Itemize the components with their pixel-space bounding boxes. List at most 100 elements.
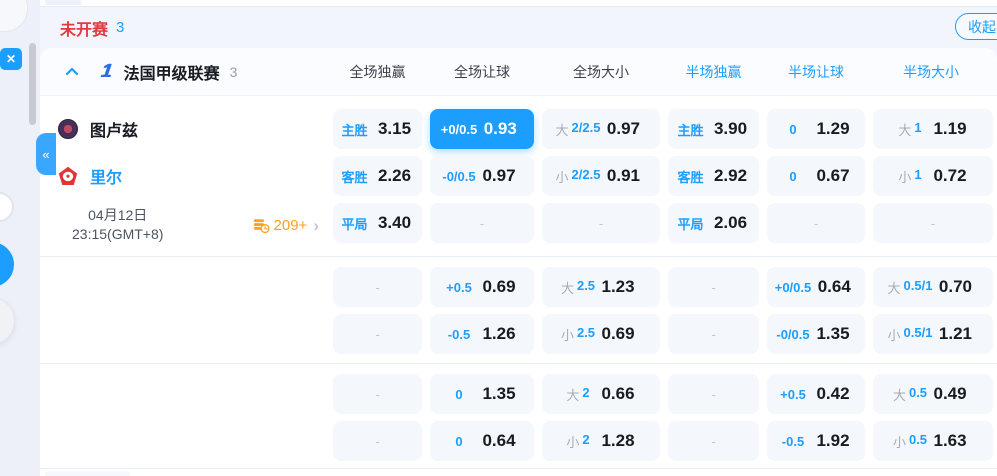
status-title: 未开赛 (60, 21, 109, 39)
odds-label: 主胜 (341, 122, 368, 138)
main-panel: 未开赛 3 收起 1 法国甲级联赛 3 全场独赢 全场让球 全场大小 半场独赢 (40, 0, 997, 476)
odds-cell-hthandicap[interactable]: +0/0.5 0.64 (767, 267, 865, 307)
collapse-button[interactable]: 收起 (955, 13, 997, 40)
odds-cell-htou-over[interactable]: 大 0.5 0.49 (873, 374, 993, 414)
odds-value: 3.40 (377, 213, 412, 232)
odds-label: 客胜 (677, 169, 704, 185)
ou-side: 大 (566, 387, 580, 403)
odds-cell-ftou-under[interactable]: 小 2.5 0.69 (542, 314, 660, 354)
league-logo-icon: 1 (99, 60, 114, 82)
dash: - (375, 386, 380, 402)
sidebar-collapse-tab[interactable]: « (36, 133, 56, 175)
odds-cell-fthandicap-home-selected[interactable]: +0/0.5 0.93 (430, 109, 534, 149)
odds-cell-ftou-under[interactable]: 小2 1.28 (542, 421, 660, 461)
ou-line: 0.5 (908, 384, 928, 400)
odds-value: 0.69 (482, 277, 516, 296)
odds-label: 0 (789, 121, 797, 137)
odds-cell-empty: - (333, 421, 422, 461)
odds-cell-htou-over[interactable]: 大 0.5/1 0.70 (873, 267, 993, 307)
odds-cell-ht1x2-away[interactable]: 客胜 2.92 (668, 156, 759, 196)
league-count: 3 (229, 63, 238, 80)
odds-cell-htou-under[interactable]: 小 0.5/1 1.21 (873, 314, 993, 354)
odds-cell-ftou-over[interactable]: 大 2/2.5 0.97 (542, 109, 660, 149)
odds-value: 3.90 (713, 119, 748, 138)
home-team-name: 图卢兹 (90, 123, 139, 140)
odds-cell-ht1x2-home[interactable]: 主胜 3.90 (668, 109, 759, 149)
match-date: 04月12日 (88, 207, 148, 224)
odds-value: 2.92 (713, 166, 748, 185)
odds-cell-empty: - (668, 267, 759, 307)
odds-cell-htou-under[interactable]: 小 0.5 1.63 (873, 421, 993, 461)
chevron-right-icon: › (313, 215, 319, 235)
odds-cell-htou-over[interactable]: 大1 1.19 (873, 109, 993, 149)
floating-ring-button[interactable] (0, 192, 14, 222)
dash: - (930, 215, 936, 231)
odds-cell-hthandicap-home[interactable]: 0 1.29 (767, 109, 865, 149)
dash: - (479, 215, 485, 231)
odds-label: -0/0.5 (776, 326, 810, 342)
odds-cell-fthandicap[interactable]: 0 0.64 (430, 421, 534, 461)
ou-side: 小 (887, 327, 901, 343)
odds-cell-fthandicap[interactable]: -0.5 1.26 (430, 314, 534, 354)
floating-blue-button[interactable] (0, 242, 14, 287)
home-team-row[interactable]: 图卢兹 (40, 109, 333, 149)
odds-cell-fthandicap-away[interactable]: -0/0.5 0.97 (430, 156, 534, 196)
odds-cell-fthandicap[interactable]: 0 1.35 (430, 374, 534, 414)
odds-cell-ftou-over[interactable]: 大2 0.66 (542, 374, 660, 414)
odds-cell-htou-under[interactable]: 小1 0.72 (873, 156, 993, 196)
odds-cell-empty: - (668, 314, 759, 354)
odds-cell-hthandicap-away[interactable]: 0 0.67 (767, 156, 865, 196)
chevron-up-icon[interactable] (65, 67, 79, 76)
column-header-ft-overunder: 全场大小 (573, 63, 629, 80)
odds-value: 0.69 (601, 324, 635, 343)
betting-odds-page: ✕ « 未开赛 3 收起 1 法国甲级联赛 3 全场独赢 全场让球 全场大小 半… (0, 0, 997, 476)
dash: - (711, 386, 716, 402)
scrollbar-thumb[interactable] (29, 43, 36, 125)
more-markets-link[interactable]: 209+ › (253, 217, 319, 234)
odds-cell-empty: - (430, 203, 534, 243)
ou-line: 2.5 (576, 324, 596, 340)
odds-cell-ft1x2-draw[interactable]: 平局 3.40 (333, 203, 422, 243)
league-header-row: 1 法国甲级联赛 3 全场独赢 全场让球 全场大小 半场独赢 半场让球 半场大小 (40, 48, 997, 96)
status-count: 3 (116, 19, 125, 36)
odds-cell-ftou-under[interactable]: 小 2/2.5 0.91 (542, 156, 660, 196)
column-header-ht-handicap: 半场让球 (788, 63, 844, 80)
close-icon[interactable]: ✕ (0, 48, 22, 70)
odds-cell-hthandicap[interactable]: -0.5 1.92 (767, 421, 865, 461)
away-team-row[interactable]: 里尔 (40, 156, 333, 196)
ou-line: 2 (582, 431, 590, 447)
odds-cell-hthandicap[interactable]: -0/0.5 1.35 (767, 314, 865, 354)
ou-side: 小 (892, 434, 906, 450)
odds-cell-fthandicap[interactable]: +0.5 0.69 (430, 267, 534, 307)
odds-cell-ft1x2-home[interactable]: 主胜 3.15 (333, 109, 422, 149)
odds-value: 1.92 (816, 431, 850, 450)
odds-group-2: - +0.5 0.69 大 2.5 1.23 - +0/0.5 0.64 大 0.5… (40, 257, 997, 363)
odds-value: 2.06 (713, 213, 748, 232)
odds-value: 0.66 (601, 384, 635, 403)
ou-side: 大 (887, 280, 901, 296)
odds-cell-ft1x2-away[interactable]: 客胜 2.26 (333, 156, 422, 196)
league-name: 法国甲级联赛 (123, 65, 220, 83)
dash: - (375, 433, 380, 449)
ou-line: 0.5 (908, 431, 928, 447)
ou-side: 小 (566, 434, 580, 450)
ou-line: 2.5 (576, 277, 596, 293)
odds-cell-empty: - (333, 314, 422, 354)
odds-cell-ftou-over[interactable]: 大 2.5 1.23 (542, 267, 660, 307)
odds-cell-empty: - (668, 421, 759, 461)
league-toggle[interactable]: 1 法国甲级联赛 3 (40, 48, 333, 95)
ou-line: 1 (914, 166, 922, 182)
odds-cell-empty: - (542, 203, 660, 243)
ou-line: 2/2.5 (571, 166, 601, 182)
odds-value: 0.93 (483, 119, 517, 138)
odds-cell-hthandicap[interactable]: +0.5 0.42 (767, 374, 865, 414)
floating-gray-button[interactable] (0, 297, 15, 345)
odds-value: 0.97 (606, 119, 641, 138)
ou-side: 大 (892, 387, 906, 403)
odds-label: +0/0.5 (774, 279, 812, 295)
dash: - (598, 215, 604, 231)
odds-cell-ht1x2-draw[interactable]: 平局 2.06 (668, 203, 759, 243)
odds-value: 1.29 (816, 119, 850, 138)
markets-coin-icon (253, 217, 270, 234)
odds-label: +0.5 (780, 386, 806, 402)
